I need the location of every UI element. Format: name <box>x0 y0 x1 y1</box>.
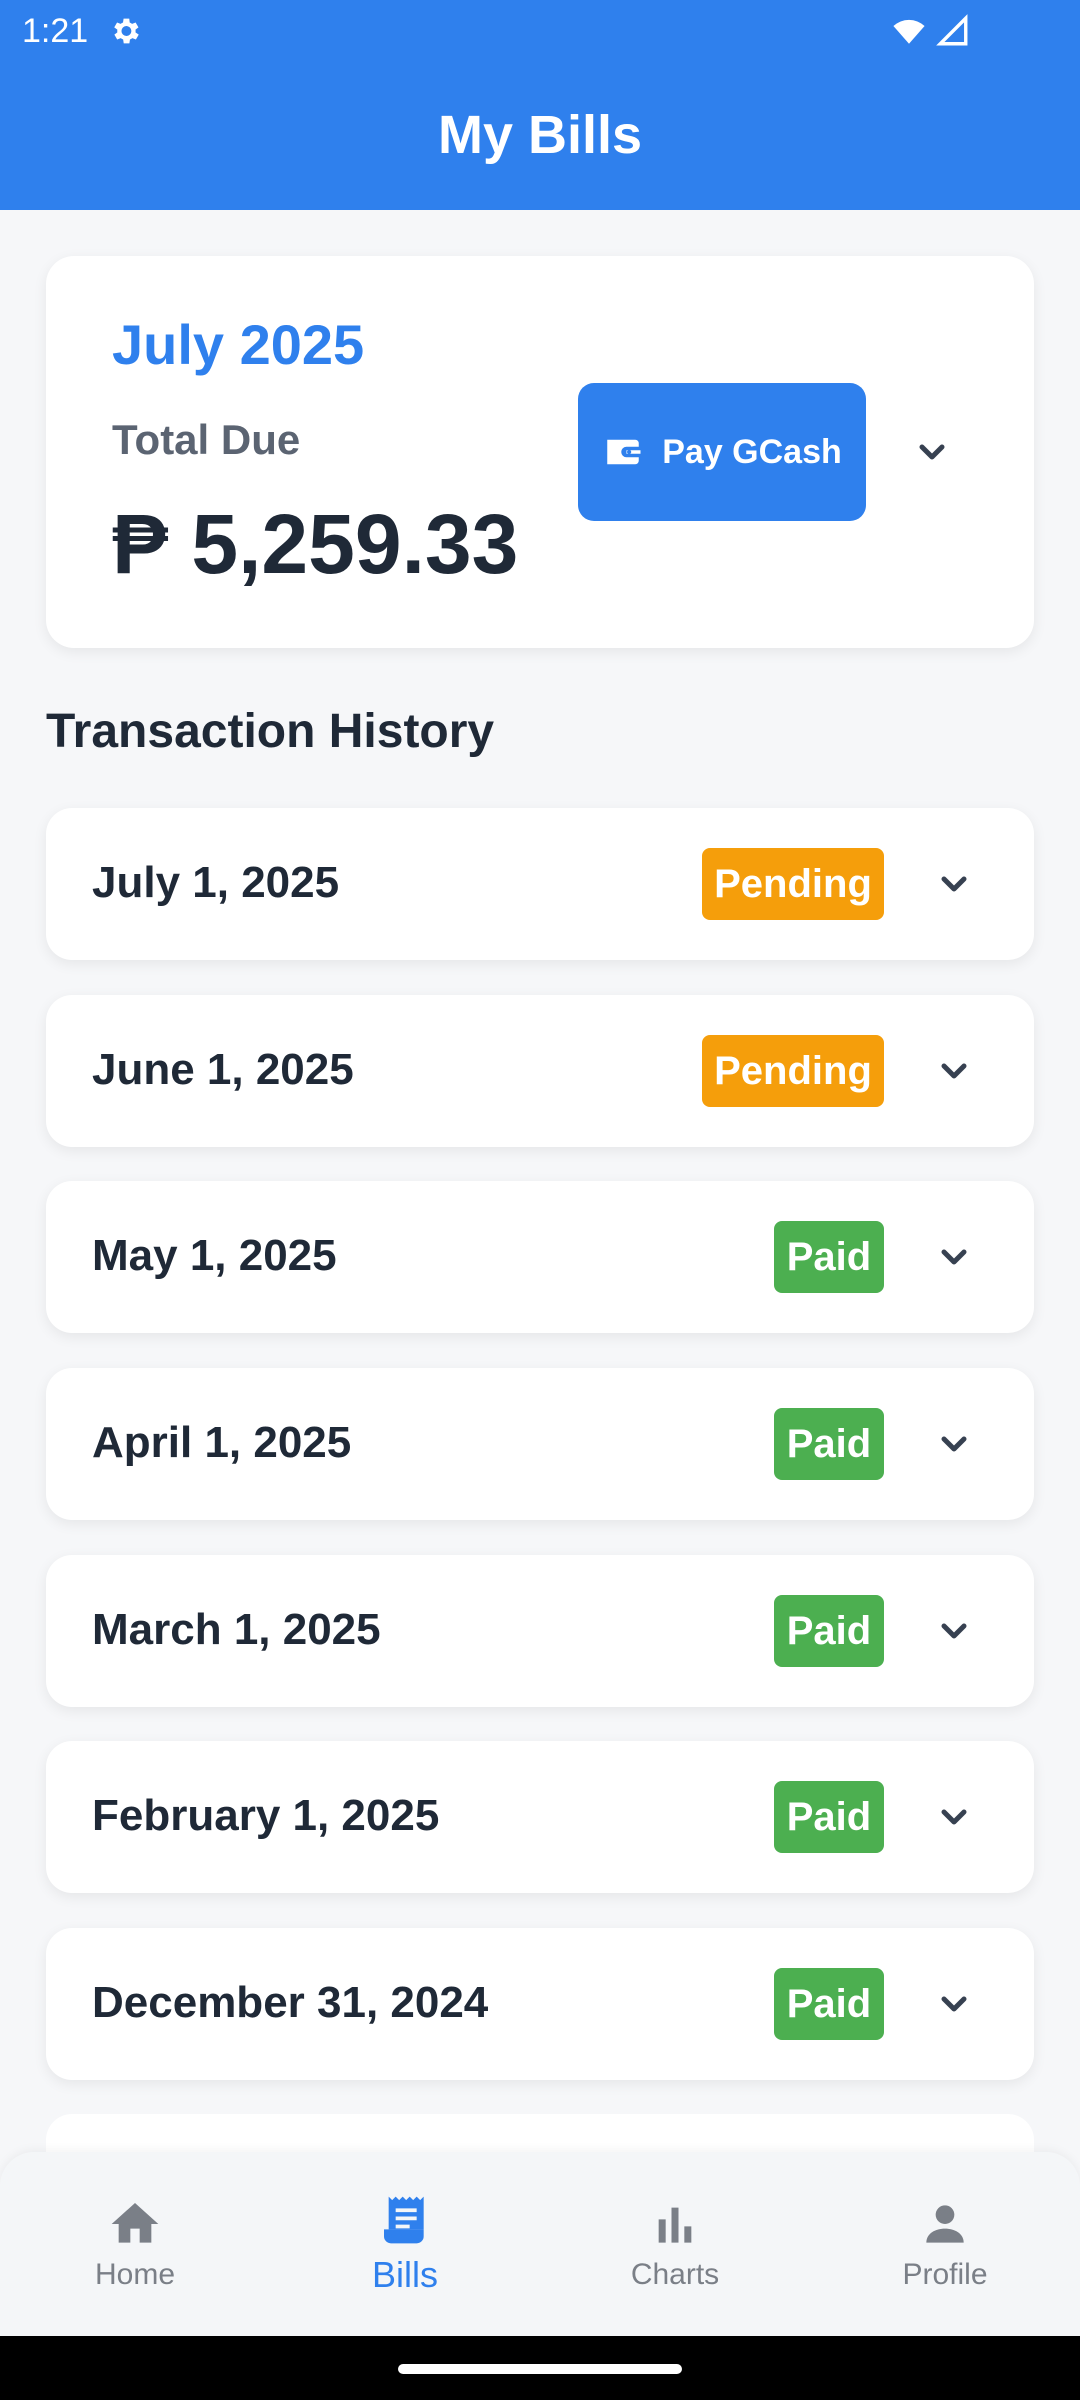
chevron-down-icon[interactable] <box>934 1051 974 1091</box>
status-badge: Paid <box>774 1781 884 1853</box>
transaction-row[interactable]: May 1, 2025 Paid <box>46 1181 1034 1333</box>
nav-item-profile[interactable]: Profile <box>810 2152 1080 2336</box>
transaction-date: April 1, 2025 <box>92 1418 352 1467</box>
bill-summary-card: July 2025 Total Due ₱ 5,259.33 Pay GCash <box>46 256 1034 648</box>
transaction-date: February 1, 2025 <box>92 1791 440 1840</box>
transaction-row[interactable]: March 1, 2025 Paid <box>46 1555 1034 1707</box>
nav-label: Profile <box>902 2258 988 2291</box>
nav-item-charts[interactable]: Charts <box>540 2152 810 2336</box>
nav-label: Home <box>94 2258 176 2291</box>
nav-item-home[interactable]: Home <box>0 2152 270 2336</box>
status-badge: Paid <box>774 1595 884 1667</box>
transaction-date: June 1, 2025 <box>92 1045 354 1094</box>
transaction-row[interactable]: June 1, 2025 Pending <box>46 995 1034 1147</box>
status-badge: Pending <box>702 1035 884 1107</box>
page-title: My Bills <box>437 105 643 165</box>
bar-chart-icon <box>658 2207 692 2243</box>
transaction-date: December 31, 2024 <box>92 1978 489 2027</box>
status-badge: Pending <box>702 848 884 920</box>
transaction-date: March 1, 2025 <box>92 1605 381 1654</box>
signal-icon <box>936 14 968 46</box>
app-bar: My Bills <box>0 62 1080 210</box>
chevron-down-icon[interactable] <box>934 864 974 904</box>
transaction-row[interactable]: April 1, 2025 Paid <box>46 1368 1034 1520</box>
total-due-label: Total Due <box>112 416 301 463</box>
transaction-date: May 1, 2025 <box>92 1231 337 1280</box>
nav-label: Charts <box>630 2258 720 2291</box>
transaction-history-title: Transaction History <box>46 705 495 758</box>
bottom-navigation: Home Bills Charts Profile <box>0 2152 1080 2336</box>
chevron-down-icon[interactable] <box>912 432 952 472</box>
transaction-row[interactable]: February 1, 2025 Paid <box>46 1741 1034 1893</box>
receipt-icon <box>384 2196 424 2244</box>
pay-gcash-button[interactable]: Pay GCash <box>578 383 866 521</box>
chevron-down-icon[interactable] <box>934 1984 974 2024</box>
pay-button-label: Pay GCash <box>662 432 842 471</box>
home-gesture-bar[interactable] <box>398 2364 682 2374</box>
status-badge: Paid <box>774 1968 884 2040</box>
chevron-down-icon[interactable] <box>934 1611 974 1651</box>
status-badge: Paid <box>774 1221 884 1293</box>
gear-icon <box>114 18 139 44</box>
billing-month: July 2025 <box>112 313 365 376</box>
wallet-icon <box>607 439 641 465</box>
status-time: 1:21 <box>22 12 89 50</box>
nav-label: Bills <box>371 2254 438 2295</box>
chevron-down-icon[interactable] <box>934 1424 974 1464</box>
nav-item-bills[interactable]: Bills <box>270 2152 540 2336</box>
person-icon <box>926 2205 964 2243</box>
transaction-row[interactable]: December 31, 2024 Paid <box>46 1928 1034 2080</box>
transaction-date: July 1, 2025 <box>92 858 340 907</box>
status-badge: Paid <box>774 1408 884 1480</box>
home-icon <box>111 2203 159 2243</box>
transaction-row[interactable]: July 1, 2025 Pending <box>46 808 1034 960</box>
status-bar: 1:21 <box>0 0 1080 62</box>
chevron-down-icon[interactable] <box>934 1797 974 1837</box>
chevron-down-icon[interactable] <box>934 1237 974 1277</box>
total-due-amount: ₱ 5,259.33 <box>112 497 519 591</box>
system-navigation-area <box>0 2336 1080 2400</box>
wifi-icon <box>893 19 925 44</box>
